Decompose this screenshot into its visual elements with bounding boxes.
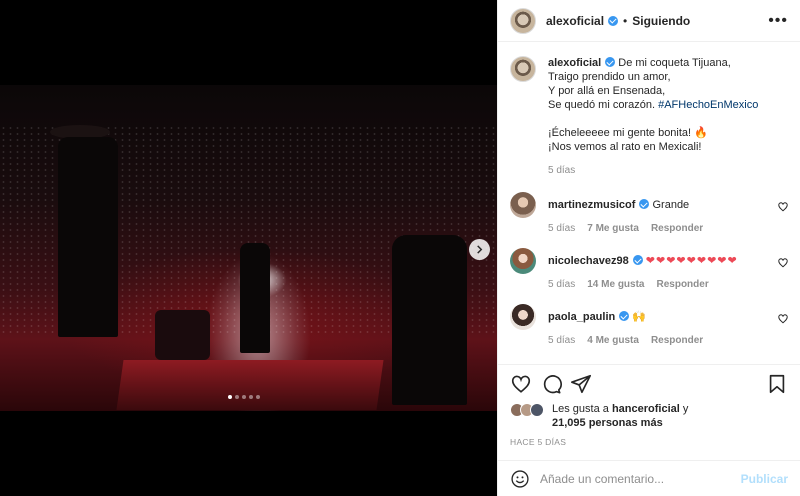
singer-figure <box>240 243 270 353</box>
heart-outline-icon[interactable] <box>778 202 788 212</box>
caption-line: ¡Écheleeeee mi gente bonita! 🔥 <box>548 127 708 139</box>
carousel-dot <box>242 395 246 399</box>
comment-timestamp[interactable]: 5 días <box>548 278 575 292</box>
post-caption: alexoficial De mi coqueta Tijuana, Traig… <box>498 42 800 178</box>
carousel-dot <box>256 395 260 399</box>
post-sidebar: alexoficial • Siguiendo ••• alexoficial … <box>497 0 800 496</box>
comment-timestamp[interactable]: 5 días <box>548 222 575 236</box>
caption-line: Traigo prendido un amor, <box>548 71 671 83</box>
post-media-pane <box>0 0 497 496</box>
heart-outline-icon[interactable] <box>778 314 788 324</box>
carousel-indicator <box>228 395 260 399</box>
carousel-dot <box>228 395 232 399</box>
avatar[interactable] <box>510 7 536 34</box>
comment-likes[interactable]: 4 Me gusta <box>587 334 639 348</box>
comment-username[interactable]: paola_paulin <box>548 311 615 323</box>
comment-likes[interactable]: 14 Me gusta <box>587 278 644 292</box>
likes-text: Les gusta a hanceroficial y 21,095 perso… <box>552 402 688 430</box>
comment-item: paola_paulin 🙌 5 días 4 Me gusta Respond… <box>498 304 800 348</box>
verified-badge-icon <box>605 57 616 67</box>
comment-username[interactable]: martinezmusicof <box>548 199 635 211</box>
comment-text: 🙌 <box>632 311 647 323</box>
avatar[interactable] <box>510 248 536 274</box>
verified-badge-icon <box>608 15 619 26</box>
next-photo-button[interactable] <box>469 239 490 260</box>
comment-body: paola_paulin 🙌 5 días 4 Me gusta Respond… <box>548 310 703 348</box>
reply-button[interactable]: Responder <box>651 334 703 348</box>
verified-badge-icon <box>639 199 650 209</box>
header-separator: • <box>623 13 628 28</box>
verified-badge-icon <box>619 311 630 321</box>
liker-username[interactable]: hanceroficial <box>612 403 680 415</box>
comment-composer: Publicar <box>498 460 800 496</box>
caption-line: De mi coqueta Tijuana, <box>618 57 731 69</box>
mariachi-figure-left <box>58 137 118 337</box>
paper-plane-icon <box>571 374 591 393</box>
comment-text: ❤❤❤❤❤❤❤❤❤ <box>645 255 738 267</box>
stage-floor <box>116 360 384 410</box>
caption-line: Y por allá en Ensenada, <box>548 85 666 97</box>
musician-figure-right <box>392 235 467 405</box>
comment-input[interactable] <box>540 471 741 486</box>
stage-speaker <box>155 310 210 360</box>
avatar[interactable] <box>510 56 536 82</box>
caption-body: alexoficial De mi coqueta Tijuana, Traig… <box>548 56 758 178</box>
caption-line: Se quedó mi corazón. <box>548 99 656 111</box>
avatar <box>530 403 544 417</box>
more-options-icon[interactable]: ••• <box>768 12 788 29</box>
likes-summary: Les gusta a hanceroficial y 21,095 perso… <box>510 402 788 430</box>
chevron-right-icon <box>477 245 483 254</box>
comment-body: nicolechavez98 ❤❤❤❤❤❤❤❤❤ 5 días 14 Me gu… <box>548 254 738 292</box>
publish-button[interactable]: Publicar <box>741 472 788 486</box>
likes-conjunction: y <box>682 403 689 415</box>
comments-feed[interactable]: alexoficial De mi coqueta Tijuana, Traig… <box>498 42 800 363</box>
reply-button[interactable]: Responder <box>651 222 703 236</box>
post-timestamp[interactable]: HACE 5 DÍAS <box>510 437 566 447</box>
hashtag-link[interactable]: #AFHechoEnMexico <box>658 99 758 111</box>
comment-button[interactable] <box>540 373 562 395</box>
likes-count[interactable]: 21,095 personas más <box>552 417 663 429</box>
bookmark-icon <box>769 374 785 393</box>
comment-body: martinezmusicof Grande 5 días 7 Me gusta… <box>548 198 703 236</box>
author-username[interactable]: alexoficial <box>546 14 604 28</box>
carousel-dot <box>249 395 253 399</box>
comment-item: martinezmusicof Grande 5 días 7 Me gusta… <box>498 192 800 236</box>
comment-bubble-icon <box>543 374 562 394</box>
heart-outline-icon[interactable] <box>778 258 788 268</box>
emoji-icon[interactable] <box>510 469 530 489</box>
likes-prefix: Les gusta a <box>552 403 609 415</box>
following-button[interactable]: Siguiendo <box>632 14 690 28</box>
post-header: alexoficial • Siguiendo ••• <box>498 0 800 42</box>
concert-photo[interactable] <box>0 85 497 411</box>
like-button[interactable] <box>510 373 532 395</box>
avatar[interactable] <box>510 192 536 218</box>
post-actions-bar <box>498 364 800 402</box>
liker-avatars <box>510 403 552 430</box>
caption-username[interactable]: alexoficial <box>548 57 601 69</box>
avatar[interactable] <box>510 304 536 330</box>
heart-outline-icon <box>511 375 531 393</box>
caption-timestamp[interactable]: 5 días <box>548 164 758 178</box>
comment-username[interactable]: nicolechavez98 <box>548 255 629 267</box>
comment-item: nicolechavez98 ❤❤❤❤❤❤❤❤❤ 5 días 14 Me gu… <box>498 248 800 292</box>
reply-button[interactable]: Responder <box>657 278 709 292</box>
comment-likes[interactable]: 7 Me gusta <box>587 222 639 236</box>
caption-line: ¡Nos vemos al rato en Mexicali! <box>548 141 702 153</box>
comment-timestamp[interactable]: 5 días <box>548 334 575 348</box>
save-button[interactable] <box>766 373 788 395</box>
comment-text: Grande <box>652 199 690 211</box>
share-button[interactable] <box>570 373 592 395</box>
carousel-dot <box>235 395 239 399</box>
verified-badge-icon <box>632 255 643 265</box>
